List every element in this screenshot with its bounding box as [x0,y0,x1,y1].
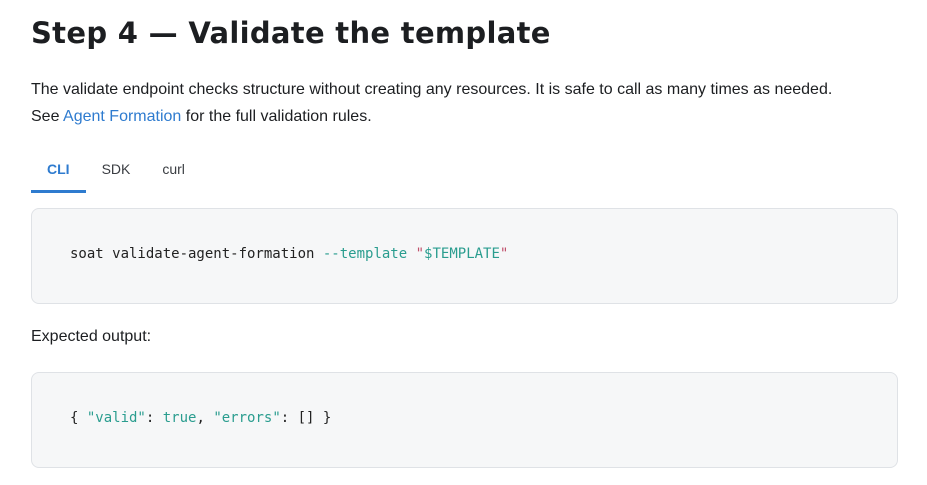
expected-output-label: Expected output: [31,328,152,345]
command-quote-close: " [499,246,509,262]
command-quote-open: " [415,246,425,262]
output-colon-1: : [145,410,163,426]
command-text: soat validate-agent-formation [70,246,323,262]
code-tabs: CLI SDK curl [31,152,201,193]
agent-formation-link[interactable]: Agent Formation [63,108,181,125]
intro-paragraph: The validate endpoint checks structure w… [31,76,901,130]
intro-rest-text: for the full validation rules. [181,108,372,125]
intro-line-1: The validate endpoint checks structure w… [31,81,833,98]
command-flag: --template [322,246,408,262]
output-code-block: { "valid": true, "errors": [] } [31,372,898,468]
output-brace-close: } [314,410,332,426]
tab-sdk[interactable]: SDK [86,152,147,193]
command-code: soat validate-agent-formation --template… [70,246,508,262]
intro-line-2: See Agent Formation for the full validat… [31,103,901,130]
tab-curl[interactable]: curl [146,152,201,193]
output-value-true: true [162,410,197,426]
command-space [407,246,415,262]
output-key-errors: "errors" [213,410,281,426]
section-heading: Step 4 — Validate the template [31,16,551,50]
output-code: { "valid": true, "errors": [] } [70,410,331,426]
output-colon-2: : [280,410,298,426]
command-code-block: soat validate-agent-formation --template… [31,208,898,304]
output-key-valid: "valid" [86,410,146,426]
output-brace-open: { [70,410,87,426]
output-value-array: [] [297,410,315,426]
command-value: $TEMPLATE [424,246,500,262]
tab-cli[interactable]: CLI [31,152,86,193]
output-comma: , [196,410,214,426]
intro-see-text: See [31,108,64,125]
